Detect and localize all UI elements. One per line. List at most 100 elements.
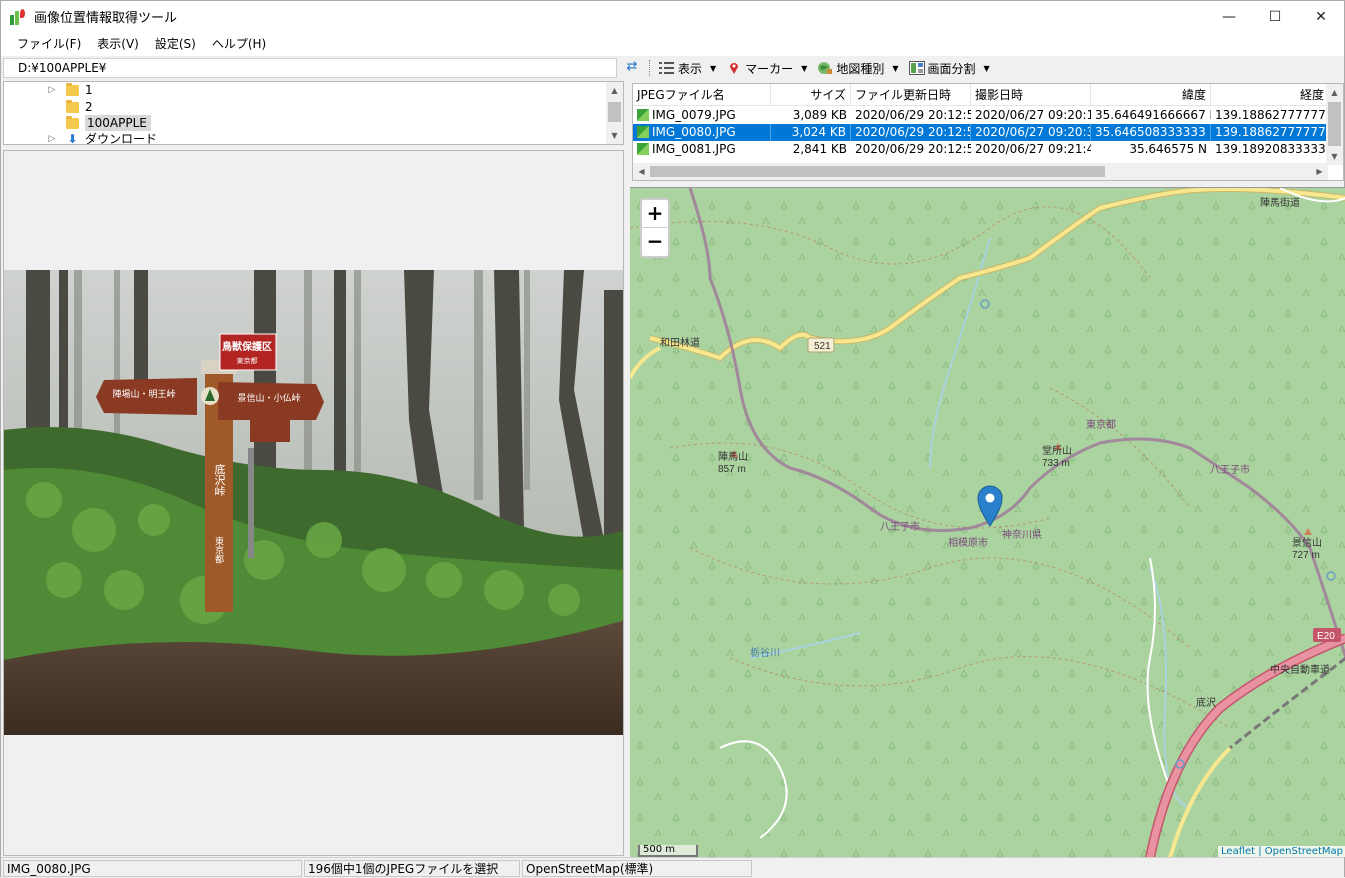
chevron-right-icon[interactable]: ▷ [46,131,58,144]
chevron-right-icon[interactable]: ▷ [46,82,58,98]
tree-item-100apple[interactable]: 100APPLE [46,115,151,131]
map-pin-icon [726,61,742,75]
map-label-doshoyama-h: 733 m [1042,458,1070,469]
scroll-down-icon[interactable]: ▼ [1326,148,1343,165]
photo-right-arm: 景信山・小仏峠 [237,392,300,403]
caret-down-icon: ▼ [983,63,990,73]
map-label-kagenobu-h: 727 m [1292,550,1320,561]
minimize-button[interactable]: — [1206,1,1252,32]
status-selection: 196個中1個のJPEGファイルを選択 [304,860,520,877]
file-list[interactable]: JPEGファイル名 サイズ ファイル更新日時 撮影日時 緯度 経度 IMG_00… [632,83,1344,181]
folder-tree[interactable]: ▷ 1 2 100APPLE ▷ ⬇ ダウンロード ▲ ▼ [3,81,624,145]
map-scale: 500 m [638,845,698,857]
menu-file[interactable]: ファイル(F) [9,33,89,55]
menu-help[interactable]: ヘルプ(H) [204,33,274,55]
menu-bar: ファイル(F) 表示(V) 設定(S) ヘルプ(H) [1,32,1344,56]
col-modified[interactable]: ファイル更新日時 [851,84,971,106]
marker-dropdown[interactable]: マーカー ▼ [726,60,807,77]
jpeg-icon [637,143,649,155]
close-button[interactable]: ✕ [1298,1,1344,32]
title-bar: 画像位置情報取得ツール — ☐ ✕ [1,1,1344,32]
scroll-down-icon[interactable]: ▼ [606,127,623,144]
window-title: 画像位置情報取得ツール [34,11,178,26]
photo-post-sub: 東京都 [214,535,224,564]
photo-sign-top-sub: 東京都 [237,356,258,365]
menu-view[interactable]: 表示(V) [89,33,147,55]
folder-open-icon [66,115,79,129]
map-type-dropdown[interactable]: 地図種別 ▼ [817,60,899,77]
tree-item-2[interactable]: 2 [46,99,93,115]
scroll-thumb[interactable] [608,102,621,122]
tree-item-downloads[interactable]: ▷ ⬇ ダウンロード [46,131,157,145]
caret-down-icon: ▼ [710,63,717,73]
maximize-button[interactable]: ☐ [1252,1,1298,32]
scroll-up-icon[interactable]: ▲ [606,82,623,99]
map-view[interactable]: 521 和田林道 陣馬山 857 m 堂所山 733 m 景信山 727 m 東… [630,187,1345,857]
globe-icon [817,61,833,75]
scroll-thumb[interactable] [1328,102,1341,146]
sync-icon[interactable]: ⇄ [622,59,642,77]
map-label-e20: E20 [1317,631,1335,642]
map-label-tochiya: 栃谷川 [750,646,780,659]
col-longitude[interactable]: 経度 [1211,84,1328,106]
col-latitude[interactable]: 緯度 [1091,84,1211,106]
status-file: IMG_0080.JPG [3,860,302,877]
table-row-selected[interactable]: IMG_0080.JPG 3,024 KB 2020/06/29 20:12:5… [633,124,1328,141]
list-hscrollbar[interactable]: ◀ ▶ [633,163,1328,180]
photo-left-arm: 陣場山・明王峠 [112,388,175,399]
toolbar: 表示 ▼ マーカー ▼ 地図種別 ▼ 画面分割 ▼ [649,56,1000,80]
map-road-521: 521 [814,341,831,352]
map-label-sagamihara: 相模原市 [948,536,988,549]
scroll-left-icon[interactable]: ◀ [633,163,650,180]
photo-post: 底沢峠 [213,462,226,497]
zoom-out-button[interactable]: − [642,228,668,256]
list-view-icon [659,61,675,75]
table-row[interactable]: IMG_0079.JPG 3,089 KB 2020/06/29 20:12:5… [633,107,1328,124]
status-bar: IMG_0080.JPG 196個中1個のJPEGファイルを選択 OpenStr… [1,857,1344,878]
toolbar-grip[interactable] [649,60,653,76]
tree-item-1[interactable]: ▷ 1 [46,82,93,98]
download-icon: ⬇ [67,132,78,145]
map-label-chuo: 中央自動車道 [1270,663,1330,676]
split-dropdown[interactable]: 画面分割 ▼ [908,60,990,77]
map-label-sokozawa: 底沢 [1196,696,1216,709]
map-label-jinba-h: 857 m [718,464,746,475]
map-label-kanagawa: 神奈川県 [1002,528,1042,541]
scroll-right-icon[interactable]: ▶ [1311,163,1328,180]
caret-down-icon: ▼ [892,63,899,73]
jpeg-icon [637,109,649,121]
photo: 鳥獣保護区 東京都 陣場山・明王峠 景信山・小仏峠 底沢峠 東京都 [4,270,623,735]
map-zoom-control: + − [640,198,670,258]
split-screen-icon [908,61,925,75]
status-map-source: OpenStreetMap(標準) [522,860,752,877]
app-icon [10,8,26,25]
map-label-jinba-kaido: 陣馬街道 [1260,196,1300,209]
col-taken[interactable]: 撮影日時 [971,84,1091,106]
menu-settings[interactable]: 設定(S) [147,33,204,55]
path-field[interactable]: D:¥100APPLE¥ [3,58,617,78]
map-label-kagenobu: 景信山 [1292,537,1322,549]
jpeg-icon [637,126,649,138]
col-filename[interactable]: JPEGファイル名 [633,84,771,106]
map-label-hachioji: 八王子市 [880,520,920,533]
photo-sign-top: 鳥獣保護区 [222,340,272,353]
zoom-in-button[interactable]: + [642,200,668,228]
scroll-up-icon[interactable]: ▲ [1326,84,1343,101]
view-dropdown[interactable]: 表示 ▼ [659,60,716,77]
scroll-thumb[interactable] [650,166,1105,177]
file-list-header: JPEGファイル名 サイズ ファイル更新日時 撮影日時 緯度 経度 [633,84,1328,106]
folder-icon [66,82,79,96]
image-preview: 鳥獣保護区 東京都 陣場山・明王峠 景信山・小仏峠 底沢峠 東京都 [3,150,624,856]
list-vscrollbar[interactable]: ▲ ▼ [1326,84,1343,165]
table-row[interactable]: IMG_0081.JPG 2,841 KB 2020/06/29 20:12:5… [633,141,1328,158]
col-size[interactable]: サイズ [771,84,851,106]
app-window: 画像位置情報取得ツール — ☐ ✕ ファイル(F) 表示(V) 設定(S) ヘル… [0,0,1345,878]
map-label-hachioji-2: 八王子市 [1210,463,1250,476]
map-label-wada: 和田林道 [660,336,700,349]
tree-scrollbar[interactable]: ▲ ▼ [606,82,623,144]
caret-down-icon: ▼ [801,63,808,73]
folder-icon [66,99,79,113]
map-label-doshoyama: 堂所山 [1042,445,1072,457]
map-label-jinba: 陣馬山 [718,450,748,463]
map-attribution[interactable]: Leaflet | OpenStreetMap [1218,846,1345,857]
